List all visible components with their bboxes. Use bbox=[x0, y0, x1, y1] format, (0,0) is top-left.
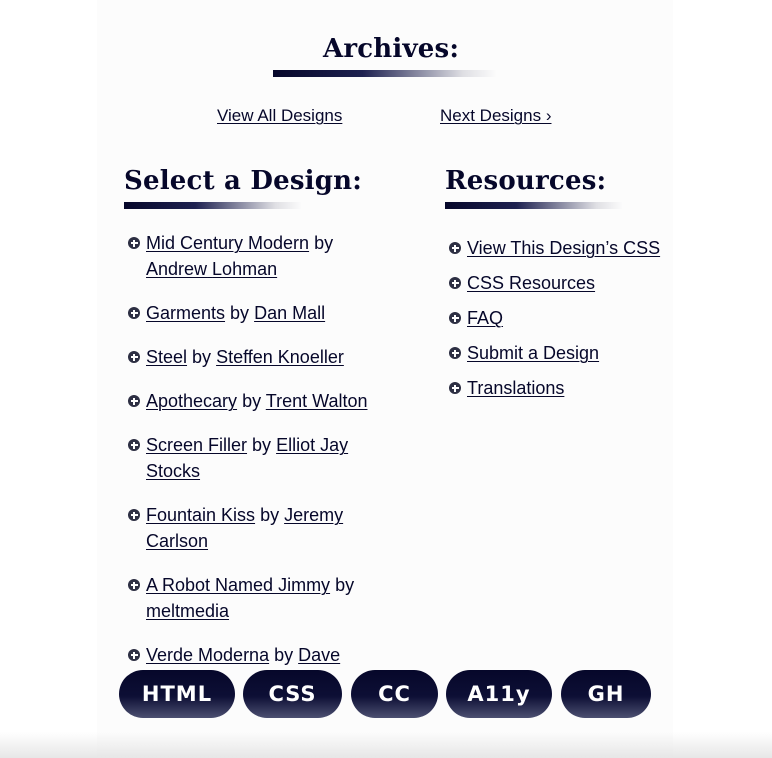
page: Archives: View All Designs Next Designs … bbox=[0, 0, 772, 758]
design-link[interactable]: Apothecary bbox=[146, 391, 237, 411]
author-link[interactable]: Dan Mall bbox=[254, 303, 325, 323]
plus-circle-icon bbox=[128, 307, 140, 319]
design-link[interactable]: Steel bbox=[146, 347, 187, 367]
list-item: Translations bbox=[445, 375, 665, 401]
view-design-css-link[interactable]: View This Design’s CSS bbox=[467, 238, 660, 258]
next-designs-link[interactable]: Next Designs › bbox=[440, 106, 551, 126]
by-text: by bbox=[192, 347, 212, 367]
list-item: Fountain Kiss by Jeremy Carlson bbox=[124, 502, 384, 554]
list-item: Submit a Design bbox=[445, 340, 665, 366]
plus-circle-icon bbox=[128, 237, 140, 249]
by-text: by bbox=[252, 435, 272, 455]
author-first-name: Andrew bbox=[146, 259, 208, 279]
plus-circle-icon bbox=[449, 347, 461, 359]
by-text: by bbox=[242, 391, 262, 411]
plus-circle-icon bbox=[128, 509, 140, 521]
by-text: by bbox=[314, 233, 334, 253]
author-link[interactable]: Steffen Knoeller bbox=[216, 347, 344, 367]
design-list: Mid Century Modern by Andrew Lohman Garm… bbox=[124, 230, 384, 712]
plus-circle-icon bbox=[449, 277, 461, 289]
design-link[interactable]: Verde Moderna bbox=[146, 645, 269, 665]
list-item: Steel by Steffen Knoeller bbox=[124, 344, 384, 370]
github-badge[interactable]: GH bbox=[561, 670, 651, 718]
view-all-designs-link[interactable]: View All Designs bbox=[217, 106, 342, 126]
accessibility-badge[interactable]: A11y bbox=[446, 670, 552, 718]
resources-list: View This Design’s CSS CSS Resources FAQ… bbox=[445, 235, 665, 410]
html-validation-badge[interactable]: HTML bbox=[119, 670, 235, 718]
list-item: Screen Filler by Elliot Jay Stocks bbox=[124, 432, 384, 484]
translations-link[interactable]: Translations bbox=[467, 378, 564, 398]
bottom-shadow bbox=[0, 732, 772, 758]
author-last-name: Lohman bbox=[212, 259, 278, 279]
select-design-heading-underline bbox=[124, 202, 302, 209]
list-item: A Robot Named Jimmy by meltmedia bbox=[124, 572, 384, 624]
plus-circle-icon bbox=[128, 351, 140, 363]
submit-design-link[interactable]: Submit a Design bbox=[467, 343, 599, 363]
author-link[interactable]: Andrew Lohman bbox=[146, 259, 277, 279]
faq-link[interactable]: FAQ bbox=[467, 308, 503, 328]
design-link[interactable]: Screen Filler bbox=[146, 435, 247, 455]
resources-heading-underline bbox=[445, 202, 623, 209]
plus-circle-icon bbox=[128, 649, 140, 661]
plus-circle-icon bbox=[449, 382, 461, 394]
list-item: CSS Resources bbox=[445, 270, 665, 296]
by-text: by bbox=[230, 303, 250, 323]
plus-circle-icon bbox=[128, 579, 140, 591]
by-text: by bbox=[335, 575, 355, 595]
footer-panel: Archives: View All Designs Next Designs … bbox=[97, 0, 673, 758]
list-item: Apothecary by Trent Walton bbox=[124, 388, 384, 414]
design-link[interactable]: Fountain Kiss bbox=[146, 505, 255, 525]
css-validation-badge[interactable]: CSS bbox=[243, 670, 342, 718]
css-resources-link[interactable]: CSS Resources bbox=[467, 273, 595, 293]
plus-circle-icon bbox=[128, 439, 140, 451]
archives-heading: Archives: bbox=[323, 34, 460, 64]
plus-circle-icon bbox=[449, 312, 461, 324]
plus-circle-icon bbox=[128, 395, 140, 407]
by-text: by bbox=[274, 645, 294, 665]
design-link[interactable]: Garments bbox=[146, 303, 225, 323]
by-text: by bbox=[260, 505, 280, 525]
plus-circle-icon bbox=[449, 242, 461, 254]
list-item: Mid Century Modern by Andrew Lohman bbox=[124, 230, 384, 282]
resources-heading: Resources: bbox=[445, 166, 607, 196]
design-link[interactable]: A Robot Named Jimmy bbox=[146, 575, 330, 595]
list-item: View This Design’s CSS bbox=[445, 235, 665, 261]
list-item: Garments by Dan Mall bbox=[124, 300, 384, 326]
author-link[interactable]: Trent Walton bbox=[266, 391, 368, 411]
list-item: FAQ bbox=[445, 305, 665, 331]
archives-heading-underline bbox=[273, 70, 497, 77]
author-link[interactable]: meltmedia bbox=[146, 601, 229, 621]
creative-commons-badge[interactable]: CC bbox=[351, 670, 438, 718]
design-link[interactable]: Mid Century Modern bbox=[146, 233, 309, 253]
select-design-heading: Select a Design: bbox=[124, 166, 363, 196]
